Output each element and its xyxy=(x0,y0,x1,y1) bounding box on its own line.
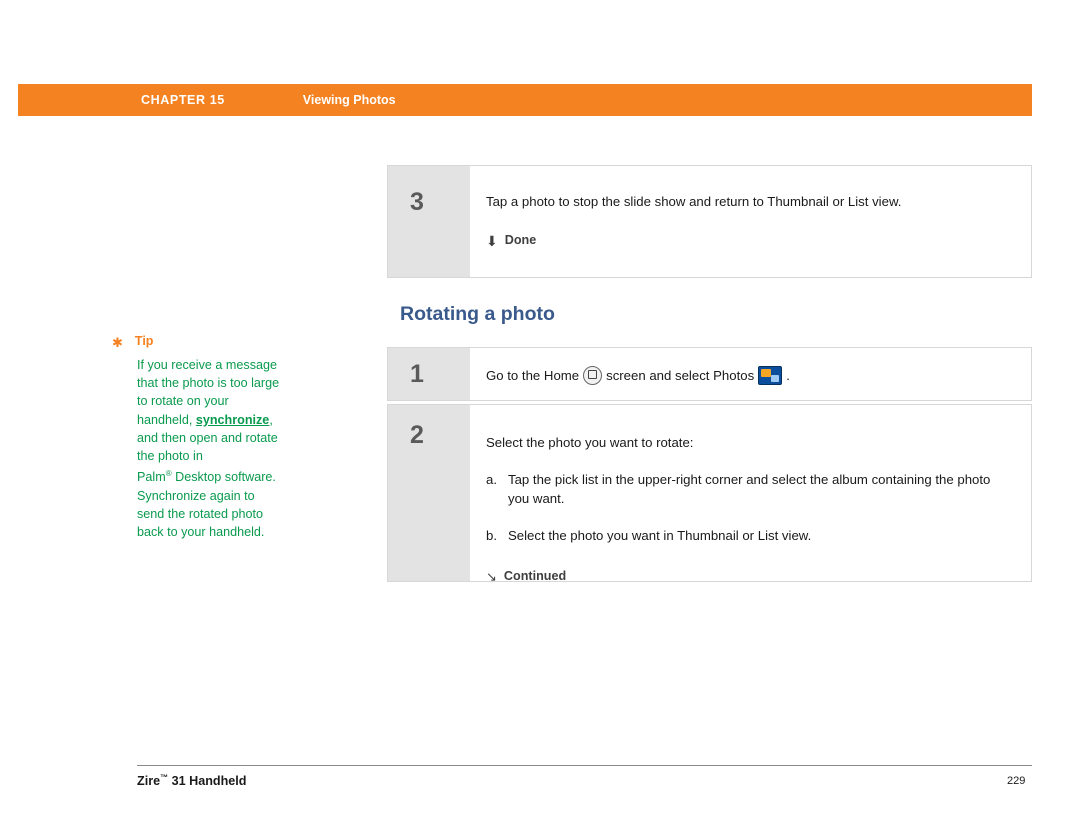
step-table-3: 3 Tap a photo to stop the slide show and… xyxy=(387,165,1032,278)
tip-line-5: and then open and rotate xyxy=(137,430,278,445)
substep-b-letter: b. xyxy=(486,528,497,543)
tip-line-6: the photo in xyxy=(137,449,203,464)
step-number-1: 1 xyxy=(388,348,470,400)
step-1-text-middle: screen and select Photos xyxy=(606,367,755,383)
tip-line-4-prefix: handheld, xyxy=(137,412,196,427)
step-3-text: Tap a photo to stop the slide show and r… xyxy=(486,194,902,209)
home-icon xyxy=(583,365,603,385)
tip-line-3: to rotate on your xyxy=(137,394,229,409)
tip-line-1: If you receive a message xyxy=(137,358,278,372)
tip-line-2: that the photo is too large xyxy=(137,376,280,391)
tip-line-8: Synchronize again to xyxy=(137,488,255,503)
step-1-text-after: . xyxy=(786,367,790,383)
substep-a: a. Tap the pick list in the upper-right … xyxy=(486,470,1015,508)
step-number-2: 2 xyxy=(388,405,470,581)
substep-a-text: Tap the pick list in the upper-right cor… xyxy=(508,472,991,506)
synchronize-link[interactable]: synchronize xyxy=(196,413,269,427)
step-body-1: Go to the Home screen and select Photos … xyxy=(470,348,1031,400)
footer-product: Zire xyxy=(137,774,161,789)
photos-app-icon xyxy=(758,365,783,385)
down-arrow-icon: ⬇ xyxy=(486,232,498,249)
substep-b-text: Select the photo you want in Thumbnail o… xyxy=(508,528,812,543)
page-number: 229 xyxy=(1007,775,1026,787)
header-chapter-label: CHAPTER 15 xyxy=(141,93,225,107)
trademark-mark: ™ xyxy=(160,773,169,782)
continued-label: Continued xyxy=(503,569,567,583)
step-2-text: Select the photo you want to rotate: xyxy=(486,435,694,450)
tip-block: ✱ Tip If you receive a message that the … xyxy=(112,334,322,541)
step-table-1: 1 Go to the Home screen and select Photo… xyxy=(387,347,1032,401)
tip-line-4-suffix: , xyxy=(269,412,273,427)
footer-product-name: Zire™ 31 Handheld xyxy=(137,773,247,788)
page-title: Rotating a photo xyxy=(400,303,555,325)
step-number-3: 3 xyxy=(388,166,470,277)
continued-row: ↘ Continued xyxy=(486,567,1015,586)
tip-line-7-rest: Desktop software. xyxy=(171,470,276,485)
footer-product-rest: 31 Handheld xyxy=(168,774,247,789)
step-body-3: Tap a photo to stop the slide show and r… xyxy=(470,166,1031,277)
tip-body: If you receive a message that the photo … xyxy=(137,356,317,541)
page-header-bar: CHAPTER 15 Viewing Photos xyxy=(18,84,1032,116)
step-table-2: 2 Select the photo you want to rotate: a… xyxy=(387,404,1032,584)
done-label: Done xyxy=(504,233,537,247)
done-row: ⬇ Done xyxy=(486,231,1015,250)
tip-line-10: back to your handheld. xyxy=(137,525,265,540)
step-1-text-before: Go to the Home xyxy=(486,367,580,383)
substep-a-letter: a. xyxy=(486,472,497,487)
tip-line-7: Palm xyxy=(137,470,166,485)
substep-b: b. Select the photo you want in Thumbnai… xyxy=(486,526,1015,545)
footer-divider xyxy=(137,765,1032,766)
tip-label: Tip xyxy=(134,334,154,348)
tip-heading: ✱ Tip xyxy=(112,334,322,349)
continued-arrow-icon: ↘ xyxy=(486,569,497,584)
step-body-2: Select the photo you want to rotate: a. … xyxy=(470,405,1031,584)
tip-line-9: send the rotated photo xyxy=(137,506,264,521)
header-section-label: Viewing Photos xyxy=(302,93,396,107)
asterisk-icon: ✱ xyxy=(112,335,123,350)
